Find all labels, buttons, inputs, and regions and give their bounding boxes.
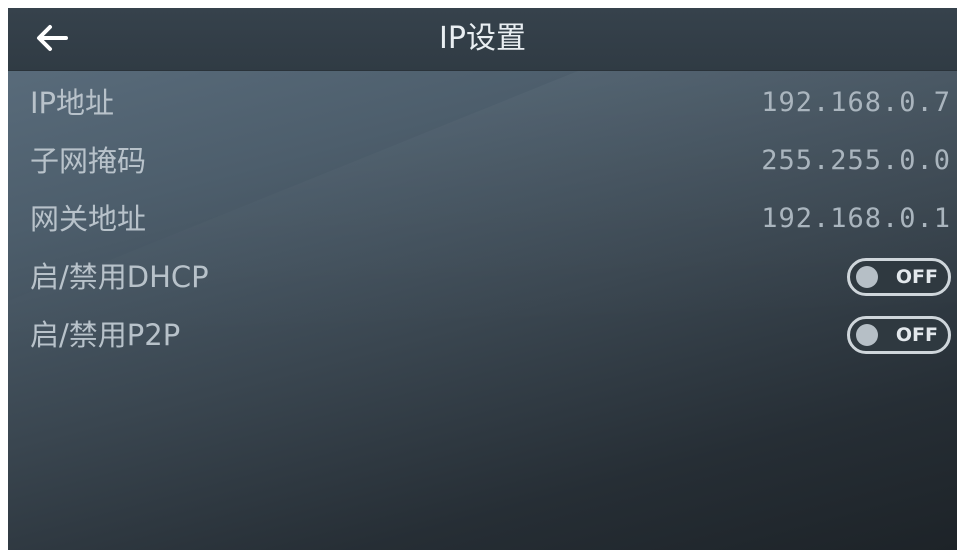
p2p-toggle-state: OFF [895, 324, 938, 346]
dhcp-label: 启/禁用DHCP [30, 260, 209, 294]
setting-row-gateway[interactable]: 网关地址 192.168.0.1 [8, 190, 957, 248]
gateway-label: 网关地址 [30, 202, 147, 236]
dhcp-toggle-state: OFF [895, 266, 938, 288]
subnet-mask-label: 子网掩码 [30, 144, 147, 178]
dhcp-toggle[interactable]: OFF [847, 258, 951, 296]
p2p-label: 启/禁用P2P [30, 318, 181, 352]
setting-row-ip-address[interactable]: IP地址 192.168.0.7 [8, 74, 957, 132]
ip-address-label: IP地址 [30, 86, 115, 120]
setting-row-subnet-mask[interactable]: 子网掩码 255.255.0.0 [8, 132, 957, 190]
ip-settings-screen: IP设置 IP地址 192.168.0.7 子网掩码 255.255.0.0 网… [8, 8, 957, 550]
subnet-mask-value: 255.255.0.0 [761, 145, 951, 176]
toggle-knob [856, 324, 878, 346]
page-title: IP设置 [439, 21, 526, 56]
toggle-knob [856, 266, 878, 288]
ip-address-value: 192.168.0.7 [761, 87, 951, 118]
p2p-toggle[interactable]: OFF [847, 316, 951, 354]
setting-row-p2p: 启/禁用P2P OFF [8, 306, 957, 364]
setting-row-dhcp: 启/禁用DHCP OFF [8, 248, 957, 306]
header-bar: IP设置 [8, 8, 957, 71]
gateway-value: 192.168.0.1 [761, 203, 951, 234]
